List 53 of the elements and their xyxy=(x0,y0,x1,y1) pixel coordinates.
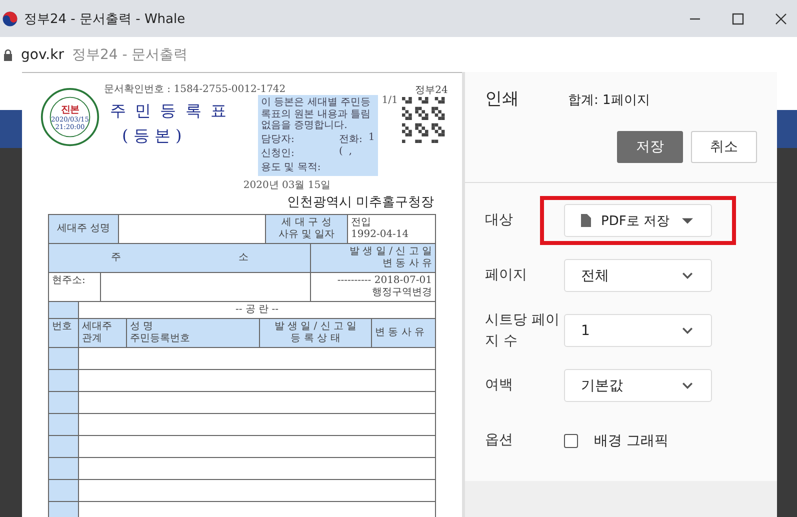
notice-label: ( xyxy=(339,146,343,158)
dropdown[interactable]: 1 xyxy=(564,314,712,347)
caret-icon xyxy=(682,218,693,224)
table-cell: 발 생 일 / 신 고 일 변 동 사 유 xyxy=(311,244,436,272)
notice-label: 용도 및 목적: xyxy=(261,160,322,174)
cancel-button[interactable]: 취소 xyxy=(691,131,757,163)
destination-dropdown[interactable]: PDF로 저장 xyxy=(564,204,712,237)
chevron-down-icon xyxy=(682,272,693,279)
maximize-icon[interactable] xyxy=(732,12,744,24)
table-cell: 현주소: xyxy=(49,272,101,302)
notice-value: , xyxy=(348,146,352,158)
table-cell: 세대주 관계 xyxy=(79,318,127,348)
save-button[interactable]: 저장 xyxy=(617,131,683,163)
chevron-down-icon xyxy=(682,382,693,389)
checkbox[interactable] xyxy=(564,434,578,448)
table-cell: ---------- 2018-07-01 행정구역변경 xyxy=(311,272,436,302)
table-cell: 세 대 구 성 사유 및 일자 xyxy=(266,214,348,244)
qr-label: 정부24 xyxy=(415,84,448,97)
notice-label: 담당자: xyxy=(261,132,296,146)
setting-label: 옵션 xyxy=(485,431,514,450)
dropdown[interactable]: 기본값 xyxy=(564,369,712,402)
emblem-icon xyxy=(2,10,18,26)
notice-value: 1 xyxy=(368,132,375,144)
window-title: 정부24 - 문서출력 - Whale xyxy=(24,10,186,28)
notice-text: 이 등본은 세대별 주민등록표의 원본 내용과 틀림없음을 증명합니다. xyxy=(261,97,372,132)
document-subtitle: ( 등 본 ) xyxy=(121,126,183,147)
document-icon xyxy=(581,214,591,227)
panel-title: 인쇄 xyxy=(485,88,520,110)
chevron-down-icon xyxy=(682,327,693,334)
page-number: 1/1 xyxy=(382,95,398,106)
table-cell: 성 명 주민등록번호 xyxy=(127,318,260,348)
setting-label: 여백 xyxy=(485,376,514,395)
lock-icon xyxy=(3,48,13,60)
setting-label: 페이지 xyxy=(485,266,528,285)
document-title: 주 민 등 록 표 xyxy=(109,101,230,122)
issuer-name: 인천광역시 미추홀구청장 xyxy=(286,194,434,210)
url-domain: gov.kr xyxy=(21,46,64,62)
table-cell: 주 소 xyxy=(49,244,311,272)
table-cell: 세대주 성명 xyxy=(49,214,119,244)
dropdown[interactable]: 전체 xyxy=(564,259,712,292)
page-total: 합계: 1페이지 xyxy=(568,92,650,109)
close-icon[interactable] xyxy=(775,12,787,24)
page-title: 정부24 - 문서출력 xyxy=(72,46,188,64)
notice-label: 신청인: xyxy=(261,146,296,160)
table-cell: 번호 xyxy=(49,318,79,348)
setting-label: 시트당 페이지 수 xyxy=(485,310,560,350)
notice-label: 전화: xyxy=(339,132,362,146)
checkbox-label: 배경 그래픽 xyxy=(594,432,668,450)
issue-date: 2020년 03월 15일 xyxy=(242,178,332,192)
confirmation-number: 문서확인번호 : 1584-2755-0012-1742 xyxy=(104,83,286,97)
setting-label: 대상 xyxy=(485,211,514,230)
table-cell: 발 생 일 / 신 고 일 등 록 상 태 xyxy=(260,318,372,348)
table-cell: 변 동 사 유 xyxy=(372,318,436,348)
